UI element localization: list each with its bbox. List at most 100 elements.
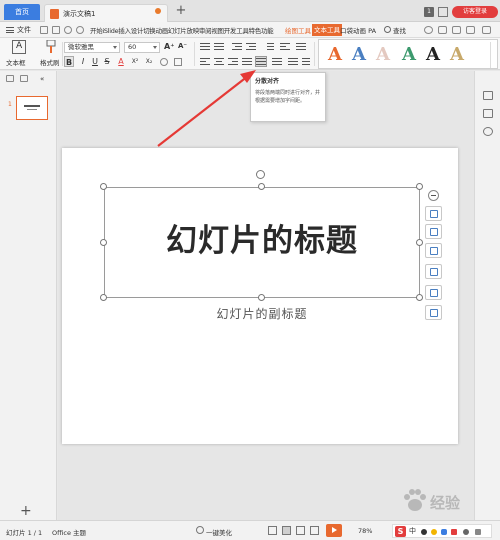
image-icon[interactable] — [425, 285, 442, 300]
smart-art-icon[interactable] — [302, 57, 312, 66]
clear-format-icon[interactable] — [160, 58, 168, 66]
menu-design[interactable]: 设计 — [131, 25, 144, 35]
ime-mode[interactable]: 中 — [409, 526, 416, 536]
vertical-align-icon[interactable] — [272, 57, 282, 66]
tab-home[interactable]: 首页 — [4, 4, 40, 20]
text-style-3[interactable]: A — [373, 42, 393, 68]
decrease-indent-icon[interactable] — [232, 42, 242, 51]
emoji-icon[interactable] — [431, 529, 437, 535]
collapse-tools-icon[interactable] — [428, 190, 439, 201]
tab-close-icon[interactable] — [155, 8, 161, 14]
share-icon[interactable] — [438, 26, 447, 34]
font-color-button[interactable]: A — [116, 56, 126, 67]
undo-icon[interactable] — [64, 26, 72, 34]
keyboard-icon[interactable] — [451, 529, 457, 535]
punctuation-icon[interactable] — [421, 529, 427, 535]
textbox-button[interactable]: 文本框 — [4, 40, 34, 68]
text-style-2[interactable]: A — [349, 42, 369, 68]
line-spacing-icon[interactable] — [264, 42, 274, 51]
tab-document[interactable]: 演示文稿1 — [44, 4, 168, 22]
menu-file[interactable]: 文件 — [17, 25, 31, 35]
properties-icon[interactable] — [483, 91, 493, 100]
text-spacing-icon[interactable] — [288, 57, 298, 66]
add-slide-button[interactable]: + — [20, 503, 32, 519]
new-tab-button[interactable]: + — [174, 4, 188, 18]
slideshow-play-button[interactable] — [326, 524, 342, 537]
text-style-6[interactable]: A — [447, 42, 467, 68]
numbered-list-icon[interactable] — [214, 42, 224, 51]
menu-view[interactable]: 视图 — [211, 25, 224, 35]
font-size-select[interactable]: 60 — [124, 42, 160, 53]
fill-icon[interactable] — [425, 243, 442, 258]
menu-features[interactable]: 特色功能 — [249, 25, 274, 35]
shrink-font-button[interactable]: A⁻ — [178, 42, 187, 50]
italic-button[interactable]: I — [78, 56, 88, 67]
menu-slideshow[interactable]: 幻灯片放映 — [168, 25, 199, 35]
comment-view-icon[interactable] — [268, 526, 277, 535]
input-method-bar[interactable]: S 中 — [392, 524, 492, 538]
menu-developer[interactable]: 开发工具 — [224, 25, 249, 35]
search-label[interactable]: 查找 — [393, 25, 406, 35]
shape-icon[interactable] — [483, 109, 493, 118]
menu-text-tools[interactable]: 文本工具 — [312, 24, 342, 36]
cloud-icon[interactable] — [424, 26, 433, 34]
search-icon[interactable] — [384, 26, 391, 33]
align-left-icon[interactable] — [200, 57, 210, 66]
menu-insert[interactable]: 插入 — [118, 25, 131, 35]
slide-subtitle[interactable]: 幻灯片的副标题 — [104, 305, 420, 322]
text-style-1[interactable]: A — [325, 42, 345, 68]
justify-icon[interactable] — [242, 57, 252, 66]
layers-icon[interactable] — [425, 206, 442, 221]
underline-button[interactable]: U — [90, 56, 100, 67]
menu-islide[interactable]: iSlide — [102, 27, 118, 35]
menu-pocket-animation[interactable]: 口袋动画 — [340, 27, 366, 35]
window-grid-icon[interactable] — [438, 7, 448, 17]
bold-button[interactable]: B — [64, 56, 74, 67]
resize-handle-s[interactable] — [258, 294, 265, 301]
reading-view-icon[interactable] — [310, 526, 319, 535]
pen-icon[interactable] — [425, 224, 442, 239]
help-icon[interactable] — [466, 26, 475, 34]
text-style-4[interactable]: A — [399, 42, 419, 68]
more-icon[interactable] — [452, 26, 461, 34]
collapse-panel-icon[interactable]: « — [40, 75, 48, 83]
align-center-icon[interactable] — [214, 57, 224, 66]
menu-pa[interactable]: PA — [368, 27, 376, 35]
menu-drawing-tools[interactable]: 绘图工具 — [285, 25, 311, 35]
font-name-select[interactable]: 微软雅黑 — [64, 42, 120, 53]
text-wrap-icon[interactable] — [425, 305, 442, 320]
beautify-icon[interactable] — [196, 526, 204, 534]
toolbox-icon[interactable] — [475, 529, 481, 535]
menu-animation[interactable]: 动画 — [156, 25, 169, 35]
menu-review[interactable]: 审阅 — [199, 25, 212, 35]
open-icon[interactable] — [40, 26, 48, 34]
window-count-badge[interactable]: 1 — [424, 7, 434, 17]
slide-title[interactable]: 幻灯片的标题 — [104, 215, 420, 260]
columns-icon[interactable] — [296, 42, 306, 51]
resize-handle-se[interactable] — [416, 294, 423, 301]
redo-icon[interactable] — [76, 26, 84, 34]
text-direction-icon[interactable] — [280, 42, 290, 51]
collapse-icon[interactable] — [482, 26, 491, 34]
align-right-icon[interactable] — [228, 57, 238, 66]
format-brush-button[interactable]: 格式刷 — [40, 40, 62, 68]
slide-thumbnail[interactable] — [16, 96, 48, 120]
settings-icon[interactable] — [483, 127, 493, 136]
distributed-align-icon[interactable] — [255, 56, 267, 67]
gallery-scroll[interactable] — [490, 42, 496, 68]
menu-transition[interactable]: 切换 — [143, 25, 156, 35]
bullet-list-icon[interactable] — [200, 42, 210, 51]
thumbnail-view-icon[interactable] — [20, 75, 28, 82]
beautify-button[interactable]: 一键美化 — [206, 527, 232, 537]
skin-icon[interactable] — [463, 529, 469, 535]
save-icon[interactable] — [52, 26, 60, 34]
menu-start[interactable]: 开始 — [90, 25, 103, 35]
grow-font-button[interactable]: A⁺ — [164, 42, 174, 51]
resize-handle-n[interactable] — [258, 183, 265, 190]
theme-name[interactable]: Office 主题 — [52, 527, 86, 537]
strikethrough-button[interactable]: S — [102, 56, 112, 67]
zoom-level[interactable]: 78% — [358, 527, 372, 535]
increase-indent-icon[interactable] — [246, 42, 256, 51]
login-button[interactable]: 访客登录 — [452, 6, 498, 18]
rotate-handle[interactable] — [256, 170, 265, 179]
